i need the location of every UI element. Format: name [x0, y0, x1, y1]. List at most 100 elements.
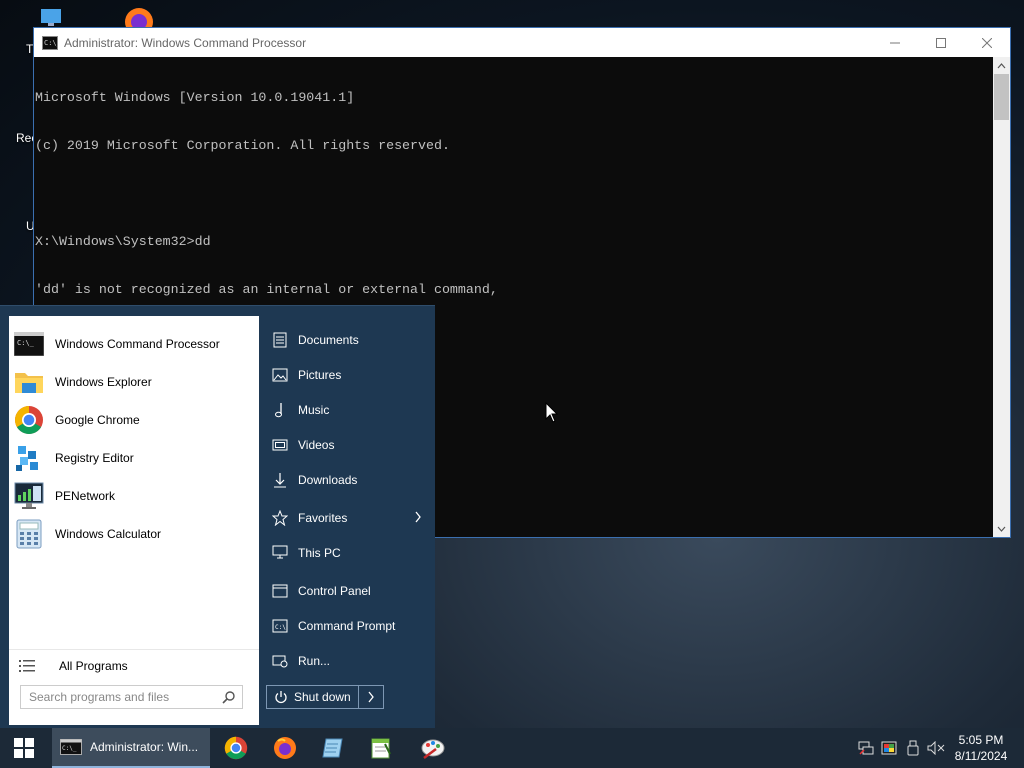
- menu-item-label: Favorites: [298, 510, 348, 525]
- start-button[interactable]: [0, 728, 48, 768]
- tray-usb-icon[interactable]: [903, 738, 923, 758]
- documents-icon: [270, 330, 290, 350]
- close-icon: [982, 37, 992, 48]
- registry-icon: [13, 442, 45, 474]
- videos-icon: [270, 435, 290, 455]
- program-cmd[interactable]: C:\_ Windows Command Processor: [9, 325, 259, 363]
- taskbar-pin-chrome[interactable]: [212, 728, 260, 768]
- chevron-up-icon: [997, 62, 1006, 68]
- menu-item-label: Pictures: [298, 367, 342, 382]
- program-chrome[interactable]: Google Chrome: [9, 401, 259, 439]
- cmd-titlebar[interactable]: C:\_ Administrator: Windows Command Proc…: [34, 28, 1010, 57]
- menu-item-label: Run...: [298, 653, 331, 668]
- chevron-down-icon: [997, 526, 1006, 532]
- shutdown-options-button[interactable]: [359, 686, 383, 708]
- taskbar-item-cmd[interactable]: C:\_ Administrator: Win...: [52, 728, 210, 768]
- command-prompt-icon: C:\: [270, 616, 290, 636]
- menu-item-this-pc[interactable]: This PC: [262, 536, 432, 569]
- folder-icon: [13, 366, 45, 398]
- search-icon[interactable]: [222, 690, 236, 704]
- vertical-scrollbar[interactable]: [993, 57, 1010, 537]
- menu-item-label: Music: [298, 402, 330, 417]
- chrome-icon: [224, 736, 248, 760]
- all-programs-label: All Programs: [59, 658, 128, 673]
- maximize-icon: [936, 37, 946, 48]
- program-explorer[interactable]: Windows Explorer: [9, 363, 259, 401]
- menu-item-control-panel[interactable]: Control Panel: [262, 574, 432, 607]
- menu-item-command-prompt[interactable]: C:\ Command Prompt: [262, 609, 432, 642]
- menu-item-music[interactable]: Music: [262, 393, 432, 426]
- menu-item-run[interactable]: Run...: [262, 644, 432, 677]
- shutdown-label: Shut down: [294, 690, 351, 704]
- menu-item-label: Control Panel: [298, 583, 371, 598]
- editor-icon: [371, 738, 391, 759]
- programs-panel: C:\_ Windows Command Processor Windows E…: [9, 316, 259, 725]
- taskbar-pin-firefox[interactable]: [261, 728, 309, 768]
- scroll-up-button[interactable]: [993, 57, 1010, 74]
- program-label: Windows Command Processor: [55, 337, 220, 351]
- menu-item-label: This PC: [298, 545, 341, 560]
- menu-item-label: Downloads: [298, 472, 358, 487]
- paint-icon: [421, 739, 445, 759]
- shutdown-button[interactable]: Shut down: [267, 686, 360, 708]
- search-placeholder: Search programs and files: [29, 690, 170, 704]
- search-input[interactable]: Search programs and files: [20, 685, 243, 709]
- program-penetwork[interactable]: PENetwork: [9, 477, 259, 515]
- menu-item-label: Videos: [298, 437, 335, 452]
- maximize-button[interactable]: [918, 28, 964, 57]
- downloads-icon: [270, 470, 290, 490]
- clock-time: 5:05 PM: [958, 733, 1004, 747]
- list-icon: [17, 656, 37, 676]
- all-programs-button[interactable]: All Programs: [9, 649, 259, 681]
- tray-display-icon[interactable]: [879, 738, 899, 758]
- pictures-icon: [270, 365, 290, 385]
- program-label: Windows Calculator: [55, 527, 162, 541]
- cmd-app-icon: C:\_: [42, 35, 58, 50]
- svg-text:C:\: C:\: [275, 624, 286, 631]
- minimize-button[interactable]: [872, 28, 918, 57]
- chrome-icon: [13, 404, 45, 436]
- menu-item-documents[interactable]: Documents: [262, 323, 432, 356]
- tray-volume-muted-icon[interactable]: [926, 738, 946, 758]
- svg-text:C:\_: C:\_: [17, 339, 35, 347]
- menu-item-favorites[interactable]: Favorites: [262, 501, 432, 534]
- cmd-icon: C:\_: [60, 739, 82, 755]
- notepad-icon: [322, 738, 343, 758]
- taskbar-item-label: Administrator: Win...: [90, 740, 199, 754]
- taskbar-pin-notepad[interactable]: [309, 728, 357, 768]
- monitor-icon: [41, 9, 61, 26]
- power-icon: [275, 691, 287, 704]
- control-panel-icon: [270, 581, 290, 601]
- svg-text:C:\_: C:\_: [62, 745, 77, 752]
- taskbar-pin-paint[interactable]: [409, 728, 457, 768]
- taskbar-pin-editor[interactable]: [357, 728, 405, 768]
- taskbar: C:\_ Administrator: Win... 5:05 PM 8/11/…: [0, 728, 1024, 768]
- run-icon: [270, 651, 290, 671]
- menu-item-pictures[interactable]: Pictures: [262, 358, 432, 391]
- program-label: PENetwork: [55, 489, 116, 503]
- menu-item-videos[interactable]: Videos: [262, 428, 432, 461]
- console-line: X:\Windows\System32>dd: [35, 234, 211, 249]
- windows-logo-icon: [14, 738, 34, 758]
- tray-network-icon[interactable]: [856, 738, 876, 758]
- program-label: Windows Explorer: [55, 375, 152, 389]
- console-line: Microsoft Windows [Version 10.0.19041.1]: [35, 90, 355, 105]
- close-button[interactable]: [964, 28, 1010, 57]
- cmd-icon: C:\_: [13, 328, 45, 360]
- scroll-thumb[interactable]: [994, 74, 1009, 120]
- console-line: 'dd' is not recognized as an internal or…: [35, 282, 498, 297]
- mouse-cursor-icon: [545, 402, 559, 423]
- menu-item-downloads[interactable]: Downloads: [262, 463, 432, 496]
- program-calculator[interactable]: Windows Calculator: [9, 515, 259, 553]
- scroll-down-button[interactable]: [993, 520, 1010, 537]
- program-regedit[interactable]: Registry Editor: [9, 439, 259, 477]
- start-menu: C:\_ Windows Command Processor Windows E…: [0, 305, 435, 728]
- shutdown-button-group: Shut down: [266, 685, 384, 709]
- minimize-icon: [890, 42, 900, 43]
- menu-item-label: Command Prompt: [298, 618, 396, 633]
- program-label: Google Chrome: [55, 413, 140, 427]
- star-icon: [270, 508, 290, 528]
- taskbar-clock[interactable]: 5:05 PM 8/11/2024: [948, 732, 1014, 764]
- music-icon: [270, 400, 290, 420]
